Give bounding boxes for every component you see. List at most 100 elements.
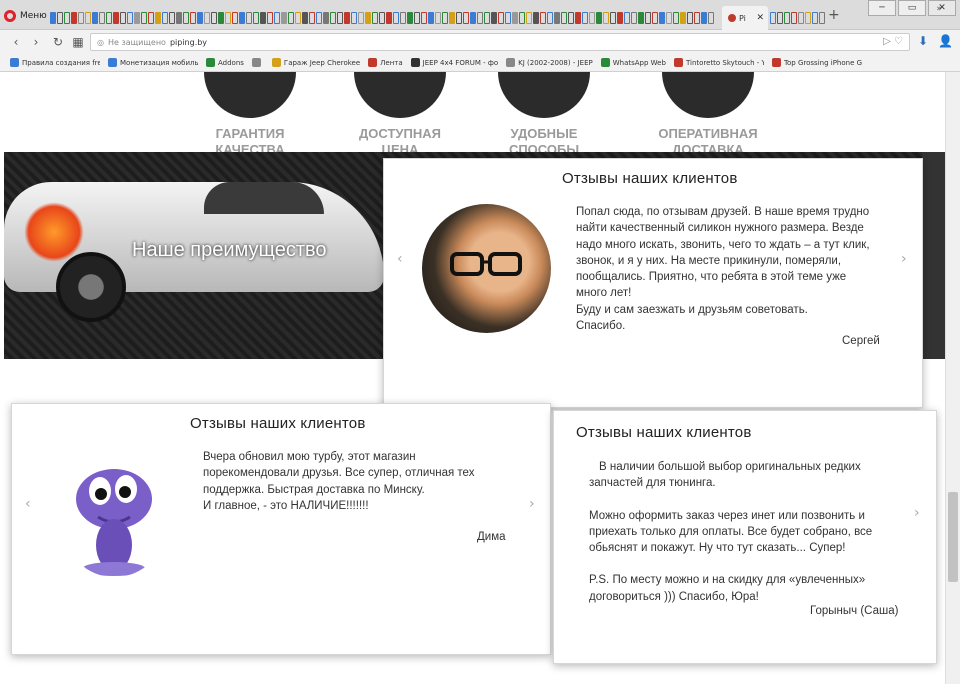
tab-favicon-icon[interactable] [295, 12, 301, 24]
tab-favicon-icon[interactable] [337, 12, 343, 24]
tab-favicon-icon[interactable] [169, 12, 175, 24]
reload-icon[interactable]: ↻ [50, 34, 66, 50]
tab-favicon-icon[interactable] [358, 12, 364, 24]
tab-favicon-icon[interactable] [225, 12, 231, 24]
bookmark-item[interactable] [251, 58, 264, 67]
tab-favicon-icon[interactable] [155, 12, 161, 24]
tab-favicon-icon[interactable] [484, 12, 490, 24]
tab-favicon-icon[interactable] [554, 12, 560, 24]
tab-favicon-icon[interactable] [176, 12, 182, 24]
bookmark-item[interactable]: KJ (2002-2008) - JEEP [506, 58, 593, 67]
tab-favicon-icon[interactable] [701, 12, 707, 24]
tab-favicon-icon[interactable] [379, 12, 385, 24]
tab-favicon-icon[interactable] [162, 12, 168, 24]
tab-favicon-icon[interactable] [71, 12, 77, 24]
tab-favicon-icon[interactable] [477, 12, 483, 24]
active-tab[interactable]: Pi ✕ [722, 6, 768, 30]
tab-favicon-icon[interactable] [393, 12, 399, 24]
tab-favicon-icon[interactable] [316, 12, 322, 24]
send-and-bookmark-icons[interactable]: ▷ ♡ [883, 36, 903, 47]
pinned-tabs-strip[interactable] [50, 12, 720, 24]
opera-menu-button[interactable]: Меню [4, 8, 47, 24]
tab-favicon-icon[interactable] [113, 12, 119, 24]
next-arrow-icon[interactable]: › [914, 505, 920, 521]
tab-favicon-icon[interactable] [421, 12, 427, 24]
tab-favicon-icon[interactable] [610, 12, 616, 24]
tab-favicon-icon[interactable] [519, 12, 525, 24]
tab-favicon-icon[interactable] [694, 12, 700, 24]
tab-favicon-icon[interactable] [652, 12, 658, 24]
tab-favicon-icon[interactable] [770, 12, 776, 24]
tab-favicon-icon[interactable] [106, 12, 112, 24]
tab-favicon-icon[interactable] [99, 12, 105, 24]
tab-favicon-icon[interactable] [78, 12, 84, 24]
tab-favicon-icon[interactable] [638, 12, 644, 24]
tab-favicon-icon[interactable] [400, 12, 406, 24]
tab-favicon-icon[interactable] [498, 12, 504, 24]
tab-favicon-icon[interactable] [288, 12, 294, 24]
bookmark-item[interactable]: JEEP 4x4 FORUM - фо [410, 58, 498, 67]
tab-favicon-icon[interactable] [561, 12, 567, 24]
next-arrow-icon[interactable]: › [529, 496, 535, 512]
tab-favicon-icon[interactable] [260, 12, 266, 24]
tab-favicon-icon[interactable] [57, 12, 63, 24]
url-field[interactable]: ◎ Не защищено piping.by ▷ ♡ [90, 33, 910, 51]
tab-favicon-icon[interactable] [659, 12, 665, 24]
tab-favicon-icon[interactable] [526, 12, 532, 24]
bookmark-item[interactable]: WhatsApp Web [600, 58, 666, 67]
tab-favicon-icon[interactable] [784, 12, 790, 24]
tab-favicon-icon[interactable] [603, 12, 609, 24]
tab-favicon-icon[interactable] [211, 12, 217, 24]
tab-favicon-icon[interactable] [246, 12, 252, 24]
tab-favicon-icon[interactable] [386, 12, 392, 24]
tab-favicon-icon[interactable] [302, 12, 308, 24]
new-tab-button[interactable]: + [828, 8, 840, 22]
tab-favicon-icon[interactable] [596, 12, 602, 24]
tab-favicon-icon[interactable] [568, 12, 574, 24]
close-tab-icon[interactable]: ✕ [756, 13, 764, 23]
tab-favicon-icon[interactable] [372, 12, 378, 24]
tab-favicon-icon[interactable] [805, 12, 811, 24]
tab-favicon-icon[interactable] [435, 12, 441, 24]
tab-favicon-icon[interactable] [218, 12, 224, 24]
download-icon[interactable]: ⬇ [918, 34, 928, 48]
tab-favicon-icon[interactable] [470, 12, 476, 24]
tab-favicon-icon[interactable] [134, 12, 140, 24]
tab-favicon-icon[interactable] [645, 12, 651, 24]
bookmark-item[interactable]: Лента [368, 58, 403, 67]
tab-favicon-icon[interactable] [819, 12, 825, 24]
tab-favicon-icon[interactable] [281, 12, 287, 24]
tab-favicon-icon[interactable] [617, 12, 623, 24]
tab-favicon-icon[interactable] [309, 12, 315, 24]
bookmark-item[interactable]: Гараж Jeep Cherokee [271, 58, 360, 67]
bookmark-item[interactable]: Монетизация мобиль [108, 58, 198, 67]
tab-favicon-icon[interactable] [414, 12, 420, 24]
tab-favicon-icon[interactable] [351, 12, 357, 24]
bookmark-item[interactable]: Addons [206, 58, 244, 67]
tab-favicon-icon[interactable] [547, 12, 553, 24]
tab-favicon-icon[interactable] [798, 12, 804, 24]
tab-favicon-icon[interactable] [323, 12, 329, 24]
tab-favicon-icon[interactable] [687, 12, 693, 24]
tab-favicon-icon[interactable] [631, 12, 637, 24]
tab-favicon-icon[interactable] [812, 12, 818, 24]
tab-favicon-icon[interactable] [365, 12, 371, 24]
tab-favicon-icon[interactable] [540, 12, 546, 24]
tab-favicon-icon[interactable] [344, 12, 350, 24]
tab-favicon-icon[interactable] [267, 12, 273, 24]
page-scrollbar[interactable] [945, 72, 960, 684]
tab-favicon-icon[interactable] [777, 12, 783, 24]
prev-arrow-icon[interactable]: ‹ [25, 496, 31, 512]
tab-favicon-icon[interactable] [407, 12, 413, 24]
tab-favicon-icon[interactable] [512, 12, 518, 24]
forward-icon[interactable]: › [28, 34, 44, 50]
tab-favicon-icon[interactable] [491, 12, 497, 24]
tab-favicon-icon[interactable] [50, 12, 56, 24]
tab-favicon-icon[interactable] [183, 12, 189, 24]
tab-favicon-icon[interactable] [505, 12, 511, 24]
tab-favicon-icon[interactable] [141, 12, 147, 24]
tab-favicon-icon[interactable] [232, 12, 238, 24]
tab-favicon-icon[interactable] [791, 12, 797, 24]
tab-favicon-icon[interactable] [442, 12, 448, 24]
tab-favicon-icon[interactable] [92, 12, 98, 24]
